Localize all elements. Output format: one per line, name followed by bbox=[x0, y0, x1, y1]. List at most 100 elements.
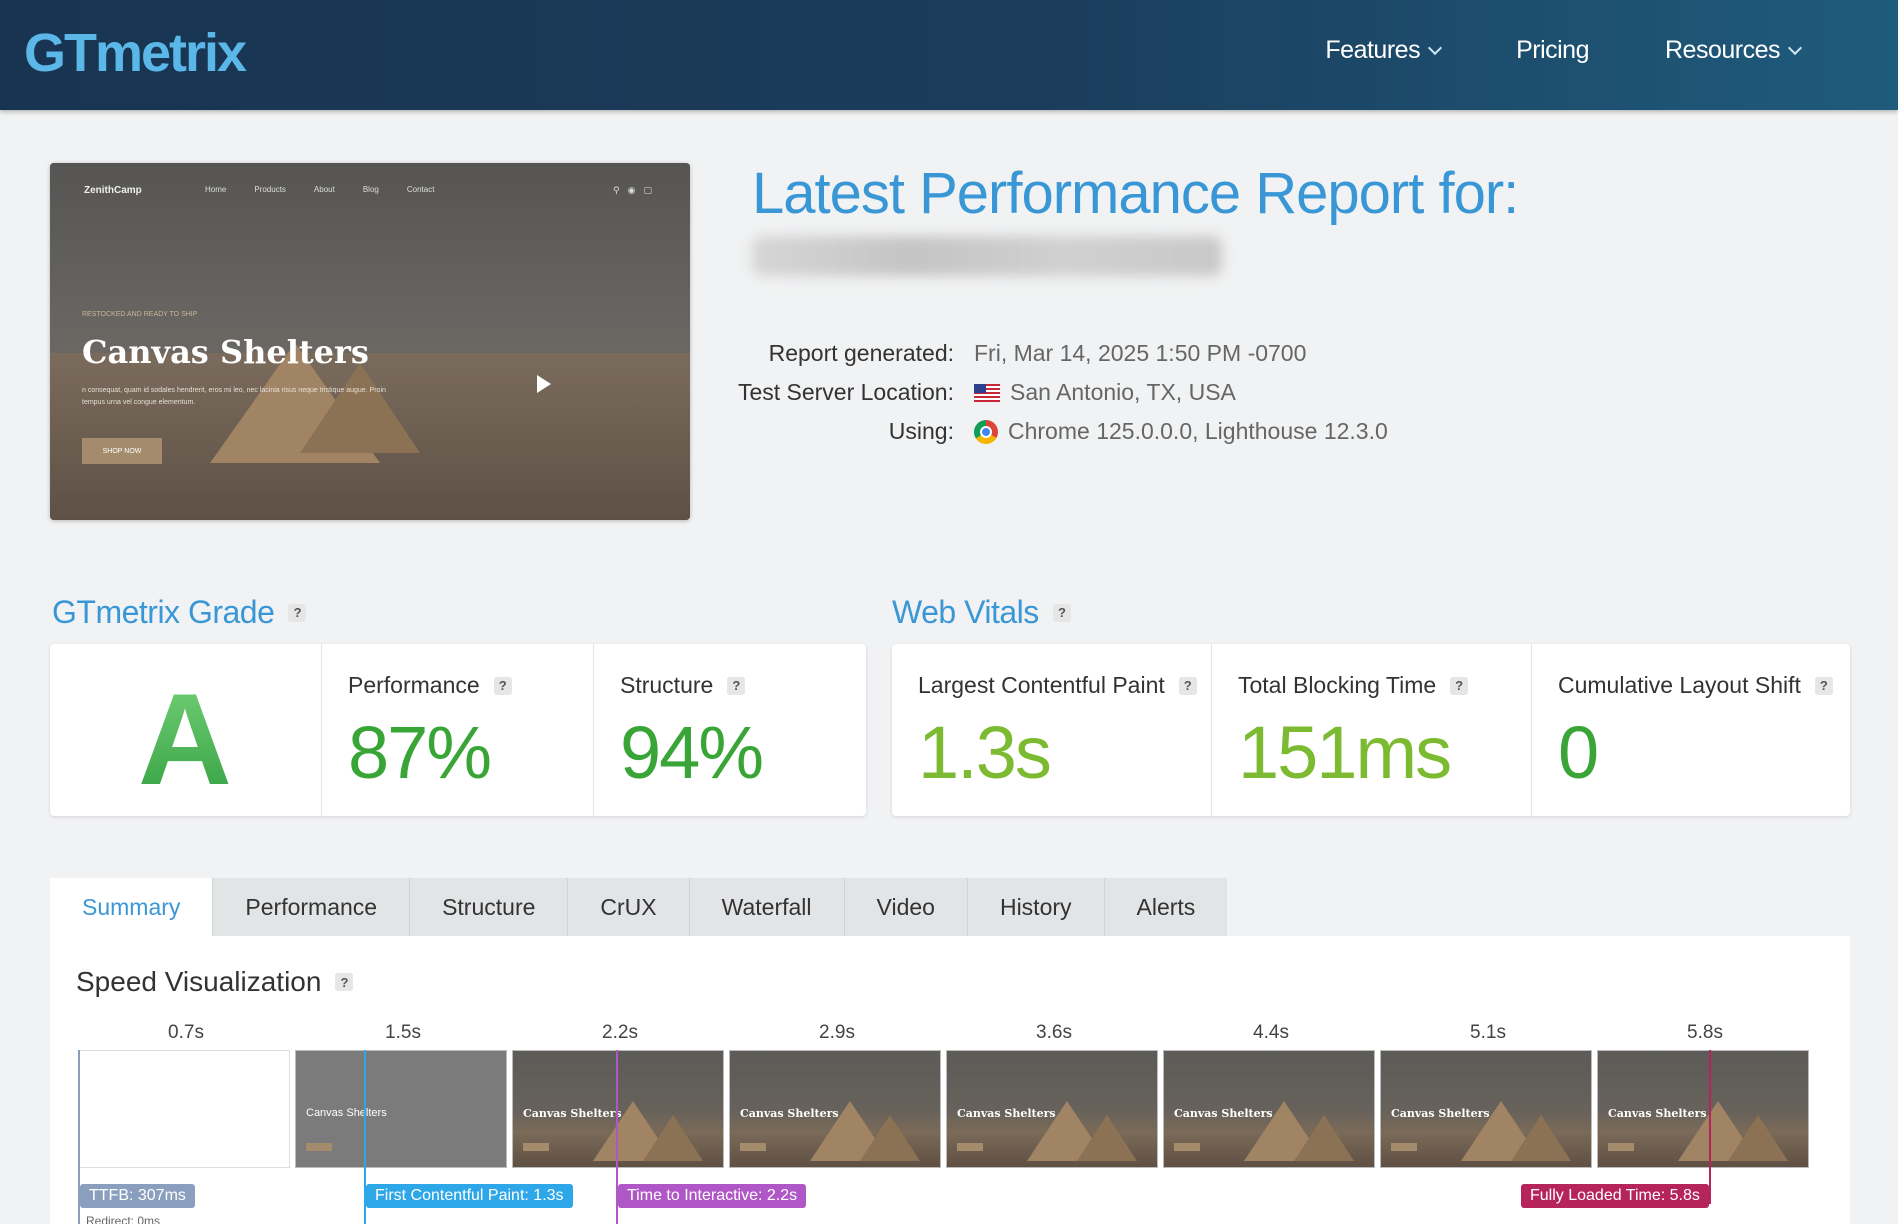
question-icon[interactable]: ? bbox=[493, 676, 512, 695]
filmstrip-frame[interactable]: Canvas Shelters bbox=[729, 1050, 941, 1168]
screenshot-nav: Home Products About Blog Contact bbox=[205, 185, 434, 194]
meta-value: Chrome 125.0.0.0, Lighthouse 12.3.0 bbox=[974, 418, 1388, 445]
cls-cell: Cumulative Layout Shift ? 0 bbox=[1532, 644, 1850, 816]
timeline-tick: 2.9s bbox=[819, 1022, 855, 1043]
question-icon[interactable]: ? bbox=[1450, 676, 1469, 695]
web-vitals-title-text: Web Vitals bbox=[892, 594, 1039, 630]
frame-title: Canvas Shelters bbox=[1391, 1107, 1490, 1120]
fcp-marker[interactable]: First Contentful Paint: 1.3s bbox=[366, 1184, 573, 1208]
filmstrip-frame[interactable]: Canvas Shelters bbox=[946, 1050, 1158, 1168]
timeline-tick: 2.2s bbox=[602, 1022, 638, 1043]
performance-value: 87% bbox=[348, 711, 492, 794]
frame-title: Canvas Shelters bbox=[306, 1107, 387, 1119]
browser-version: Chrome 125.0.0.0, Lighthouse 12.3.0 bbox=[1008, 418, 1388, 444]
grade-card: A Performance ? 87% Structure ? 94% bbox=[50, 644, 866, 816]
frame-button bbox=[1608, 1143, 1634, 1151]
tab-performance[interactable]: Performance bbox=[213, 878, 411, 936]
screenshot-nav-item: Products bbox=[254, 185, 286, 194]
report-title: Latest Performance Report for: bbox=[752, 161, 1519, 226]
server-location: San Antonio, TX, USA bbox=[1010, 379, 1236, 405]
question-icon[interactable]: ? bbox=[727, 676, 746, 695]
cls-label-wrap: Cumulative Layout Shift ? bbox=[1558, 672, 1833, 699]
tab-crux[interactable]: CrUX bbox=[568, 878, 690, 936]
tent-shape bbox=[643, 1115, 703, 1161]
speed-visualization-title-text: Speed Visualization bbox=[76, 966, 322, 997]
nav-resources[interactable]: Resources bbox=[1627, 36, 1838, 65]
page-screenshot[interactable]: ZenithCamp Home Products About Blog Cont… bbox=[50, 163, 690, 520]
ttfb-marker[interactable]: TTFB: 307ms bbox=[80, 1184, 195, 1208]
question-icon[interactable]: ? bbox=[1178, 676, 1197, 695]
frame-title: Canvas Shelters bbox=[740, 1107, 839, 1120]
web-vitals-title: Web Vitals ? bbox=[892, 594, 1071, 631]
filmstrip-frame[interactable]: Canvas Shelters bbox=[1380, 1050, 1592, 1168]
tent-shape bbox=[860, 1115, 920, 1161]
summary-panel: Speed Visualization ? 0.7s 1.5s 2.2s 2.9… bbox=[50, 936, 1850, 1224]
question-icon[interactable]: ? bbox=[1814, 676, 1833, 695]
flt-marker[interactable]: Fully Loaded Time: 5.8s bbox=[1521, 1184, 1709, 1208]
tab-video[interactable]: Video bbox=[844, 878, 968, 936]
grade-letter-cell: A bbox=[50, 644, 322, 816]
frame-button bbox=[1174, 1143, 1200, 1151]
frame-button bbox=[957, 1143, 983, 1151]
chrome-icon bbox=[974, 419, 998, 444]
screenshot-description: n consequat, quam id sodales hendrerit, … bbox=[82, 387, 386, 406]
tab-history[interactable]: History bbox=[967, 878, 1105, 936]
filmstrip-frame[interactable]: Canvas Shelters bbox=[1597, 1050, 1809, 1168]
tab-waterfall[interactable]: Waterfall bbox=[689, 878, 845, 936]
meta-row-using: Using: Chrome 125.0.0.0, Lighthouse 12.3… bbox=[700, 412, 1388, 451]
screenshot-title: Canvas Shelters bbox=[82, 333, 369, 371]
web-vitals-card: Largest Contentful Paint ? 1.3s Total Bl… bbox=[892, 644, 1850, 816]
tbt-label-wrap: Total Blocking Time ? bbox=[1238, 672, 1469, 699]
filmstrip-frame[interactable]: Canvas Shelters bbox=[295, 1050, 507, 1168]
tab-summary[interactable]: Summary bbox=[50, 878, 214, 936]
tti-marker[interactable]: Time to Interactive: 2.2s bbox=[618, 1184, 807, 1208]
screenshot-header-icons: ⚲◉▢ bbox=[613, 185, 660, 195]
cls-value: 0 bbox=[1558, 711, 1599, 794]
main-nav: Features Pricing Resources bbox=[1287, 36, 1838, 65]
tab-alerts[interactable]: Alerts bbox=[1104, 878, 1228, 936]
timeline-tick: 5.1s bbox=[1470, 1022, 1506, 1043]
frame-title: Canvas Shelters bbox=[523, 1107, 622, 1120]
screenshot-shop-button: SHOP NOW bbox=[82, 438, 162, 464]
redirect-label: Redirect: 0ms bbox=[86, 1214, 161, 1224]
tent-shape bbox=[1511, 1115, 1571, 1161]
filmstrip-frame[interactable]: Canvas Shelters bbox=[1163, 1050, 1375, 1168]
filmstrip-frame[interactable] bbox=[78, 1050, 290, 1168]
filmstrip-frame[interactable]: Canvas Shelters bbox=[512, 1050, 724, 1168]
question-icon[interactable]: ? bbox=[335, 973, 354, 991]
tab-structure[interactable]: Structure bbox=[410, 878, 569, 936]
lcp-value: 1.3s bbox=[918, 711, 1052, 794]
gtmetrix-grade-title: GTmetrix Grade ? bbox=[52, 594, 307, 631]
frame-button bbox=[740, 1143, 766, 1151]
us-flag-icon bbox=[974, 383, 1000, 402]
question-icon[interactable]: ? bbox=[288, 603, 307, 622]
nav-resources-label: Resources bbox=[1665, 36, 1781, 64]
tbt-value: 151ms bbox=[1238, 711, 1452, 794]
meta-value: Fri, Mar 14, 2025 1:50 PM -0700 bbox=[974, 340, 1306, 367]
screenshot-brand: ZenithCamp bbox=[84, 185, 142, 196]
cls-label: Cumulative Layout Shift bbox=[1558, 672, 1801, 698]
blurred-report-url bbox=[752, 236, 1222, 276]
lcp-label: Largest Contentful Paint bbox=[918, 672, 1165, 698]
frame-button bbox=[306, 1143, 332, 1151]
lcp-label-wrap: Largest Contentful Paint ? bbox=[918, 672, 1197, 699]
frame-title: Canvas Shelters bbox=[957, 1107, 1056, 1120]
nav-pricing-label: Pricing bbox=[1516, 36, 1589, 64]
timeline-ticks: 0.7s 1.5s 2.2s 2.9s 3.6s 4.4s 5.1s 5.8s bbox=[50, 1022, 1850, 1046]
question-icon[interactable]: ? bbox=[1052, 603, 1071, 622]
top-navigation-bar: GTmetrix Features Pricing Resources bbox=[0, 0, 1898, 110]
timeline-tick: 4.4s bbox=[1253, 1022, 1289, 1043]
nav-pricing[interactable]: Pricing bbox=[1478, 36, 1627, 65]
flt-line bbox=[1709, 1050, 1711, 1204]
tent-shape bbox=[1077, 1115, 1137, 1161]
structure-cell: Structure ? 94% bbox=[594, 644, 866, 816]
gtmetrix-logo[interactable]: GTmetrix bbox=[24, 22, 247, 84]
performance-label-wrap: Performance ? bbox=[348, 672, 512, 699]
tent-shape bbox=[1294, 1115, 1354, 1161]
gtmetrix-grade-title-text: GTmetrix Grade bbox=[52, 594, 275, 630]
screenshot-nav-item: Blog bbox=[362, 185, 379, 194]
timeline-tick: 3.6s bbox=[1036, 1022, 1072, 1043]
tent-shape bbox=[1728, 1115, 1788, 1161]
nav-features[interactable]: Features bbox=[1287, 36, 1478, 65]
screenshot-nav-item: Contact bbox=[406, 185, 435, 194]
